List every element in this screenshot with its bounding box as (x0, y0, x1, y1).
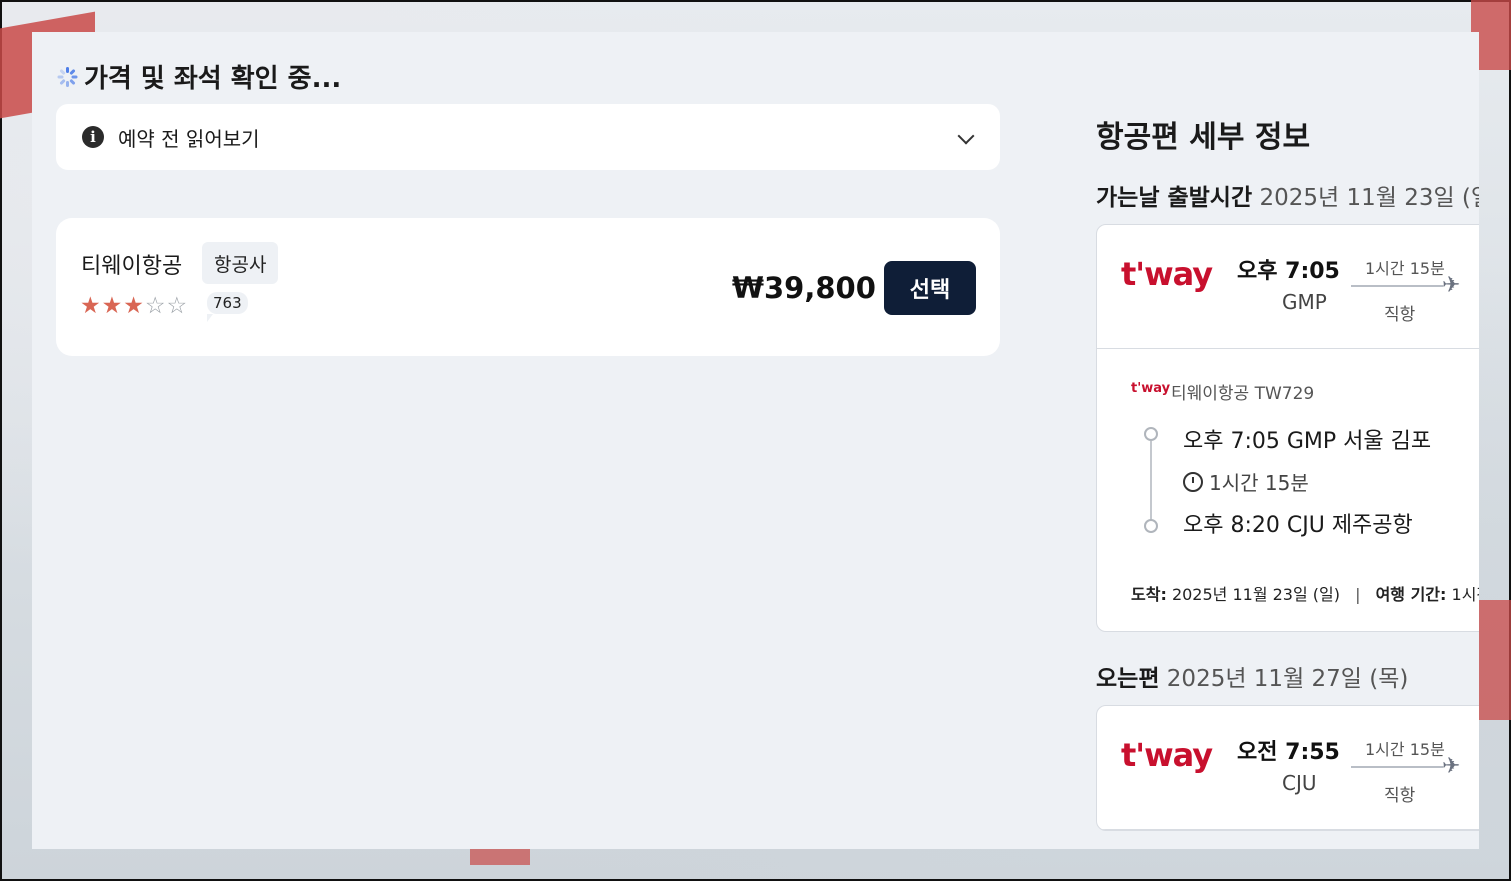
return-date: 2025년 11월 27일 (목) (1166, 666, 1409, 692)
arrival-info: 도착: 2025년 11월 23일 (일) | 여행 기간: 1시간 (1131, 581, 1479, 605)
star-filled-icon: ★ (123, 293, 144, 319)
return-label: 오는편 (1096, 666, 1160, 692)
outbound-summary[interactable]: t'way 오후 7:05 GMP 1시간 15분 ✈ 직항 (1097, 225, 1479, 349)
return-section-label: 오는편 2025년 11월 27일 (목) (1096, 659, 1408, 693)
route-line (1351, 766, 1443, 768)
flight-duration: 1시간 15분 (1365, 259, 1445, 278)
rating-stars: ★ ★ ★ ☆ ☆ (80, 294, 187, 318)
info-icon: i (82, 126, 104, 148)
airline-name: 티웨이항공 (81, 254, 183, 279)
airline-badge: 항공사 (202, 242, 279, 284)
route-line (1351, 285, 1443, 287)
return-summary[interactable]: t'way 오전 7:55 CJU 1시간 15분 ✈ 직항 (1097, 706, 1479, 830)
booking-panel: 가격 및 좌석 확인 중... i 예약 전 읽어보기 티웨이항공 항공사 ★ … (32, 32, 1479, 849)
outbound-detail: t'way 티웨이항공 TW729 오후 7:05 GMP 서울 김포 1시간 … (1097, 349, 1479, 631)
star-empty-icon: ☆ (144, 293, 166, 319)
pre-booking-notice-toggle[interactable]: i 예약 전 읽어보기 (56, 104, 1000, 170)
departure-detail: 오후 7:05 GMP 서울 김포 (1183, 429, 1432, 454)
trip-value: 1시간 (1451, 585, 1479, 604)
star-filled-icon: ★ (80, 293, 101, 319)
flight-details-header: 항공편 세부 정보 (1096, 112, 1479, 156)
timeline-line (1150, 441, 1152, 527)
arrival-detail: 오후 8:20 CJU 제주공항 (1183, 513, 1413, 538)
departure-time: 오전 7:55 (1237, 740, 1340, 765)
chevron-down-icon (957, 127, 975, 145)
direct-label: 직항 (1384, 786, 1416, 806)
select-button[interactable]: 선택 (884, 261, 976, 315)
trip-label: 여행 기간: (1375, 585, 1447, 604)
offer-card: 티웨이항공 항공사 ★ ★ ★ ☆ ☆ 763 ₩39,800 선택 (56, 218, 1000, 356)
arrival-label: 도착: (1131, 585, 1167, 604)
timeline-dot (1144, 519, 1158, 533)
plane-icon: ✈ (1442, 754, 1461, 779)
direct-label: 직항 (1384, 305, 1416, 325)
outbound-section-label: 가는날 출발시간 2025년 11월 23일 (일) (1096, 178, 1479, 212)
review-count[interactable]: 763 (207, 292, 248, 322)
duration-detail: 1시간 15분 (1183, 467, 1309, 496)
departure-code: GMP (1282, 290, 1327, 314)
details-title: 항공편 세부 정보 (1096, 120, 1311, 155)
notice-label: 예약 전 읽어보기 (118, 126, 260, 151)
star-filled-icon: ★ (101, 293, 123, 319)
duration-text: 1시간 15분 (1209, 471, 1309, 495)
flight-number: 티웨이항공 TW729 (1171, 384, 1315, 404)
timeline-dot (1144, 427, 1158, 441)
arrival-date: 2025년 11월 23일 (일) (1171, 585, 1340, 604)
spinner-icon (56, 66, 78, 88)
outbound-label: 가는날 출발시간 (1096, 185, 1253, 211)
flight-duration: 1시간 15분 (1365, 740, 1445, 759)
clock-icon (1183, 471, 1203, 492)
departure-time: 오후 7:05 (1237, 259, 1340, 284)
outbound-date: 2025년 11월 23일 (일) (1259, 185, 1479, 211)
price: ₩39,800 (732, 271, 876, 305)
tway-logo: t'way (1121, 736, 1213, 774)
separator: | (1355, 585, 1361, 604)
star-empty-icon: ☆ (166, 293, 188, 319)
outbound-flight-card: t'way 오후 7:05 GMP 1시간 15분 ✈ 직항 t'way 티웨이… (1096, 224, 1479, 632)
plane-icon: ✈ (1442, 273, 1461, 298)
tway-mini-logo: t'way (1131, 381, 1171, 396)
tway-logo: t'way (1121, 255, 1213, 293)
loading-title: 가격 및 좌석 확인 중... (84, 64, 342, 94)
departure-code: CJU (1282, 771, 1317, 795)
loading-header: 가격 및 좌석 확인 중... (56, 58, 341, 95)
return-flight-card: t'way 오전 7:55 CJU 1시간 15분 ✈ 직항 (1096, 705, 1479, 831)
